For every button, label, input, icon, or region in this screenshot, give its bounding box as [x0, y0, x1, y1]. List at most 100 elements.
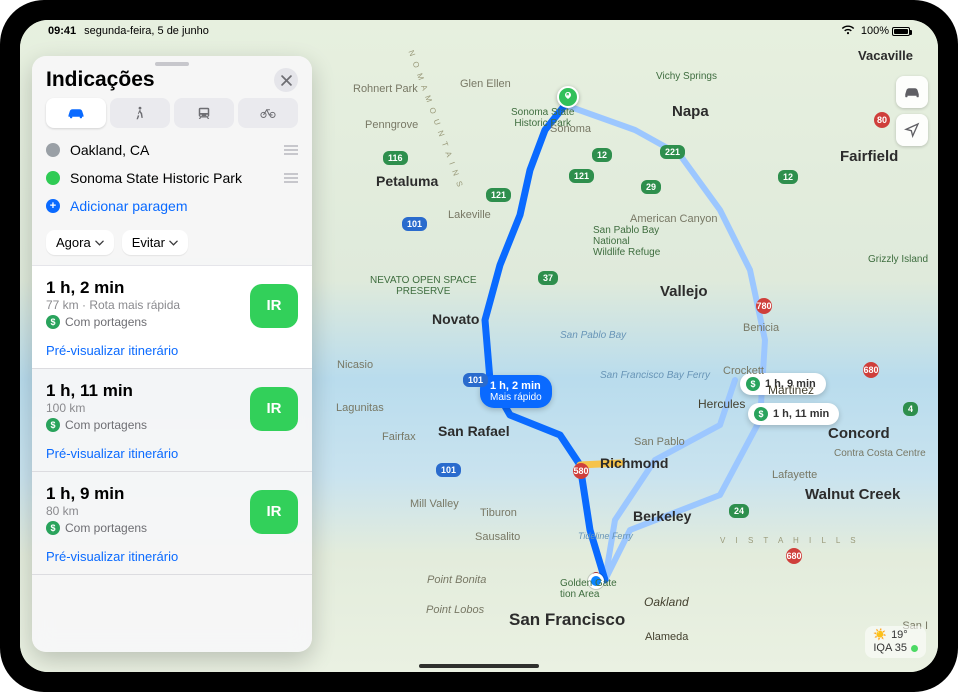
- route-list: 1 h, 2 min 77 km · Rota mais rápida $ Co…: [32, 265, 312, 652]
- route-badge-primary[interactable]: 1 h, 2 min Mais rápido: [480, 375, 552, 408]
- preview-route-link[interactable]: Pré-visualizar itinerário: [46, 343, 298, 358]
- city-crockett: Crockett: [723, 365, 764, 377]
- place-vichy-springs: Vichy Springs: [656, 71, 717, 82]
- shield-i780: 780: [756, 298, 772, 314]
- weather-aqi: IQA 35: [873, 642, 907, 655]
- shield-us101: 101: [463, 373, 488, 387]
- city-novato: Novato: [432, 311, 479, 327]
- stop-from[interactable]: Oakland, CA: [46, 136, 298, 164]
- locate-button[interactable]: [896, 114, 928, 146]
- sun-icon: ☀️: [873, 629, 887, 642]
- place-sp-bay-nwr: San Pablo BayNationalWildlife Refuge: [593, 225, 660, 258]
- shield-ca12: 12: [778, 170, 798, 184]
- go-button[interactable]: IR: [250, 284, 298, 328]
- route-option-3[interactable]: 1 h, 9 min 80 km $ Com portagens IR Pré-…: [32, 471, 312, 575]
- mode-drive-button[interactable]: [46, 98, 106, 128]
- toll-icon: $: [746, 377, 760, 391]
- weather-temp: 19°: [891, 629, 908, 642]
- city-sausalito: Sausalito: [475, 531, 520, 543]
- panel-grabber[interactable]: [155, 62, 189, 66]
- map-mode-button[interactable]: [896, 76, 928, 108]
- city-berkeley: Berkeley: [633, 508, 691, 524]
- city-lakeville: Lakeville: [448, 209, 491, 221]
- status-bar: 09:41 segunda-feira, 5 de junho 100%: [20, 20, 938, 42]
- route-badge-alt2[interactable]: $ 1 h, 11 min: [748, 403, 839, 425]
- route-meta: 100 km: [46, 401, 246, 415]
- add-stop-label: Adicionar paragem: [70, 198, 188, 214]
- mode-transit-button[interactable]: [174, 98, 234, 128]
- route-toll: $ Com portagens: [46, 315, 246, 329]
- route-time: 1 h, 11 min: [46, 381, 246, 401]
- city-vallejo: Vallejo: [660, 283, 708, 300]
- city-mill-valley: Mill Valley: [410, 498, 459, 510]
- preview-route-link[interactable]: Pré-visualizar itinerário: [46, 446, 298, 461]
- shield-us101: 101: [436, 463, 461, 477]
- drag-handle-icon[interactable]: [284, 173, 298, 183]
- place-sf-bay-ferry: San Francisco Bay Ferry: [600, 370, 710, 381]
- add-stop-button[interactable]: + Adicionar paragem: [46, 192, 298, 220]
- drag-handle-icon[interactable]: [284, 145, 298, 155]
- leave-time-button[interactable]: Agora: [46, 230, 114, 255]
- city-petaluma: Petaluma: [376, 173, 438, 189]
- route-time: 1 h, 2 min: [46, 278, 246, 298]
- shield-ca37: 37: [538, 271, 558, 285]
- route-stops: Oakland, CA Sonoma State Historic Park +…: [46, 136, 298, 220]
- route-option-2[interactable]: 1 h, 11 min 100 km $ Com portagens IR Pr…: [32, 368, 312, 472]
- city-fairfax: Fairfax: [382, 431, 416, 443]
- route-time: 1 h, 9 min: [46, 484, 246, 504]
- place-vista-hills: V I S T A H I L L S: [720, 536, 860, 545]
- shield-ca221: 221: [660, 145, 685, 159]
- status-time: 09:41: [48, 25, 76, 37]
- place-tideline-ferry: Tideline Ferry: [578, 532, 633, 542]
- toll-icon: $: [46, 418, 60, 432]
- battery-icon: 100%: [861, 25, 910, 37]
- city-lafayette: Lafayette: [772, 469, 817, 481]
- go-button[interactable]: IR: [250, 387, 298, 431]
- route-badge-subtitle: Mais rápido: [490, 392, 542, 403]
- chevron-down-icon: [95, 240, 104, 246]
- route-option-1[interactable]: 1 h, 2 min 77 km · Rota mais rápida $ Co…: [32, 265, 312, 369]
- toll-icon: $: [754, 407, 768, 421]
- city-nicasio: Nicasio: [337, 359, 373, 371]
- city-penngrove: Penngrove: [365, 119, 418, 131]
- shield-ca121: 121: [486, 188, 511, 202]
- shield-ca4: 4: [903, 402, 918, 416]
- shield-i580: 580: [573, 463, 589, 479]
- city-fairfield: Fairfield: [840, 148, 898, 165]
- weather-widget[interactable]: ☀️ 19° IQA 35: [865, 626, 926, 658]
- toll-icon: $: [46, 315, 60, 329]
- shield-us101: 101: [402, 217, 427, 231]
- route-badge-time: 1 h, 2 min: [490, 380, 541, 392]
- city-san-rafael: San Rafael: [438, 423, 510, 439]
- city-benicia: Benicia: [743, 322, 779, 334]
- place-point-bonita: Point Bonita: [427, 574, 486, 586]
- close-button[interactable]: [274, 68, 298, 92]
- city-walnut-creek: Walnut Creek: [805, 486, 900, 503]
- mode-cycle-button[interactable]: [238, 98, 298, 128]
- mode-walk-button[interactable]: [110, 98, 170, 128]
- stop-to[interactable]: Sonoma State Historic Park: [46, 164, 298, 192]
- directions-panel: Indicações: [32, 56, 312, 652]
- avoid-button[interactable]: Evitar: [122, 230, 188, 255]
- go-button[interactable]: IR: [250, 490, 298, 534]
- city-tiburon: Tiburon: [480, 507, 517, 519]
- shield-i680: 680: [863, 362, 879, 378]
- city-american-canyon: American Canyon: [630, 213, 717, 225]
- screen: 1 h, 2 min Mais rápido $ 1 h, 9 min $ 1 …: [20, 20, 938, 672]
- toll-icon: $: [46, 521, 60, 535]
- place-point-lobos: Point Lobos: [426, 604, 484, 616]
- stop-from-label: Oakland, CA: [70, 142, 149, 158]
- aqi-dot-icon: [911, 645, 918, 652]
- shield-i80: 80: [874, 112, 890, 128]
- destination-pin[interactable]: [557, 86, 579, 108]
- city-concord: Concord: [828, 425, 890, 442]
- city-martinez: Martinez: [768, 383, 814, 397]
- origin-icon: [46, 143, 60, 157]
- preview-route-link[interactable]: Pré-visualizar itinerário: [46, 549, 298, 564]
- city-vacaville: Vacaville: [858, 48, 913, 63]
- route-meta: 80 km: [46, 504, 246, 518]
- place-san-pablo-bay: San Pablo Bay: [560, 330, 626, 341]
- shield-ca24: 24: [729, 504, 749, 518]
- status-date: segunda-feira, 5 de junho: [84, 25, 209, 37]
- shield-ca12: 12: [592, 148, 612, 162]
